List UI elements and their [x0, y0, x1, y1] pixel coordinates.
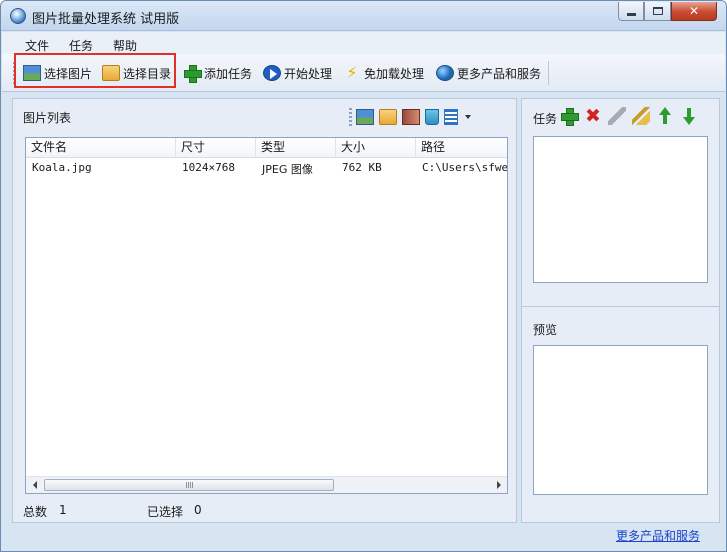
minimize-icon: [626, 12, 636, 16]
delete-task-icon[interactable]: ✖: [584, 107, 602, 126]
horizontal-scrollbar[interactable]: [26, 476, 507, 493]
table-row[interactable]: Koala.jpg 1024×768 JPEG 图像 762 KB C:\Use…: [26, 159, 508, 177]
image-list-title: 图片列表: [23, 111, 72, 125]
plus-icon: [183, 65, 202, 83]
arrow-up-icon[interactable]: [656, 107, 674, 125]
total-count: 1: [59, 503, 67, 517]
lightning-icon: ⚡: [346, 63, 358, 82]
cell-dimensions: 1024×768: [182, 161, 235, 174]
maximize-icon: [652, 7, 663, 15]
app-icon: [10, 8, 26, 24]
column-header-path[interactable]: 路径: [416, 138, 507, 158]
menu-help[interactable]: 帮助: [113, 37, 137, 54]
view-list-icon[interactable]: [444, 109, 458, 125]
play-icon: [263, 65, 281, 81]
close-button[interactable]: ✕: [671, 2, 717, 21]
task-panel-label: 任务: [533, 112, 558, 126]
add-task-icon[interactable]: [560, 107, 579, 126]
menu-file[interactable]: 文件: [25, 37, 49, 54]
grip-icon: [185, 482, 193, 488]
wrench-icon[interactable]: [608, 107, 626, 125]
maximize-button[interactable]: [644, 2, 671, 21]
start-process-button[interactable]: 开始处理: [263, 63, 332, 83]
cell-path: C:\Users\sfwe\D: [422, 161, 508, 174]
menu-task[interactable]: 任务: [69, 37, 93, 54]
cell-filesize: 762 KB: [342, 161, 382, 174]
window-title: 图片批量处理系统 试用版: [32, 12, 180, 27]
cell-type: JPEG 图像: [262, 163, 313, 176]
more-products-label: 更多产品和服务: [457, 66, 542, 81]
add-folder-icon[interactable]: [379, 109, 397, 125]
add-picture-icon[interactable]: [356, 109, 374, 125]
task-list[interactable]: [533, 136, 708, 283]
scroll-right-arrow[interactable]: [490, 477, 507, 493]
selected-count: 0: [194, 503, 202, 517]
highlight-box: [14, 53, 176, 88]
no-load-process-label: 免加载处理: [364, 66, 425, 81]
scrollbar-thumb[interactable]: [44, 479, 334, 491]
column-header-size[interactable]: 大小: [336, 138, 416, 158]
start-process-label: 开始处理: [284, 66, 333, 81]
selected-label: 已选择: [147, 505, 184, 519]
toolbar-separator: [548, 61, 549, 85]
column-header-filename[interactable]: 文件名: [26, 138, 176, 158]
preview-label: 预览: [533, 323, 558, 337]
mini-toolbar-grip[interactable]: [349, 108, 352, 126]
task-toolbar: ✖: [560, 107, 704, 126]
cell-filename: Koala.jpg: [32, 161, 92, 174]
preview-box: [533, 345, 708, 495]
clear-list-icon[interactable]: [425, 109, 439, 125]
add-task-button[interactable]: 添加任务: [183, 63, 252, 83]
more-products-button[interactable]: 更多产品和服务: [436, 63, 541, 83]
image-list-panel: 图片列表 文件名 尺寸 类型 大小 路径 Koala.jpg 1024×768 …: [12, 98, 517, 523]
no-load-process-button[interactable]: ⚡ 免加载处理: [343, 63, 424, 83]
globe-icon: [436, 65, 454, 81]
image-list-toolbar: [349, 107, 471, 127]
image-list-grid[interactable]: 文件名 尺寸 类型 大小 路径 Koala.jpg 1024×768 JPEG …: [25, 137, 508, 494]
minimize-button[interactable]: [618, 2, 644, 21]
menu-bar: 文件 任务 帮助: [2, 32, 725, 54]
arrow-down-icon[interactable]: [680, 107, 698, 125]
add-task-label: 添加任务: [204, 66, 253, 81]
panel-divider[interactable]: [522, 306, 719, 307]
column-header-type[interactable]: 类型: [256, 138, 336, 158]
close-icon: ✕: [688, 4, 700, 18]
chevron-down-icon[interactable]: [465, 115, 471, 119]
task-panel: 任务 ✖ 预览: [521, 98, 720, 523]
more-products-link[interactable]: 更多产品和服务: [616, 527, 700, 544]
remove-picture-icon[interactable]: [402, 109, 420, 125]
column-header-dimensions[interactable]: 尺寸: [176, 138, 256, 158]
title-bar[interactable]: 图片批量处理系统 试用版 ✕: [1, 1, 726, 31]
scroll-left-arrow[interactable]: [26, 477, 43, 493]
grid-header: 文件名 尺寸 类型 大小 路径: [26, 138, 507, 158]
broom-icon[interactable]: [632, 107, 650, 125]
total-label: 总数: [23, 505, 48, 519]
app-window: 图片批量处理系统 试用版 ✕ 文件 任务 帮助 选择图片 选择目录 添加任务 开…: [0, 0, 727, 552]
